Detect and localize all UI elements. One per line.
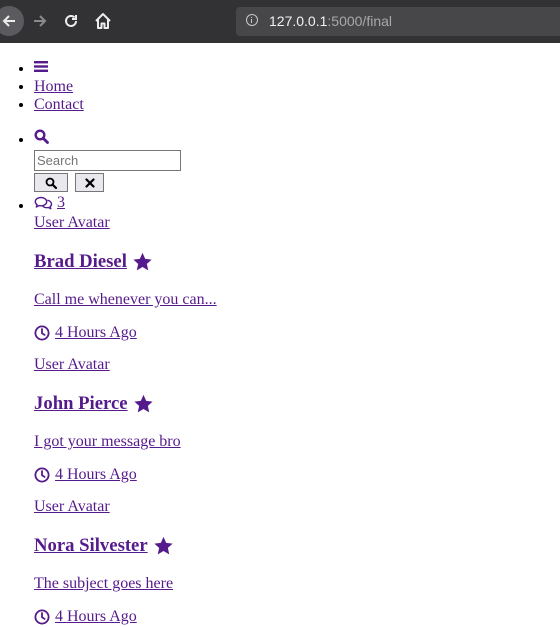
search-item [34,129,560,192]
url-text[interactable]: 127.0.0.1:5000/final [269,13,392,29]
search-toggle-link[interactable] [34,129,49,148]
home-link[interactable]: Home [34,78,73,95]
sender-link[interactable]: John Pierce [34,393,128,415]
user-avatar[interactable]: User Avatar [34,356,560,374]
star-icon [154,536,173,555]
clock-icon [34,325,50,341]
time-text: 4 Hours Ago [55,608,137,625]
url-path: :5000/final [327,13,392,29]
contact-link[interactable]: Contact [34,96,84,113]
message-subject: Call me whenever you can... [34,290,560,310]
time-text: 4 Hours Ago [55,466,137,483]
sender-link[interactable]: Nora Silvester [34,535,148,557]
nav-menu-toggle [34,60,560,78]
page-content: Home Contact 3 [0,43,560,627]
subject-link[interactable]: The subject goes here [34,575,173,592]
arrow-left-icon [2,15,15,27]
messages-count-badge: 3 [57,194,65,211]
subject-link[interactable]: Call me whenever you can... [34,291,217,308]
address-bar[interactable]: 127.0.0.1:5000/final [236,7,560,36]
message-item: User Avatar Brad Diesel Call me whenever… [34,214,560,343]
clock-icon [34,609,50,625]
reload-button[interactable] [58,8,84,34]
sender-link[interactable]: Brad Diesel [34,251,127,273]
message-sender: Brad Diesel [34,251,560,273]
nav-item-home: Home [34,78,560,96]
bars-icon [34,61,48,72]
right-nav: 3 User Avatar Brad Diesel Call me whenev… [0,129,560,627]
back-button[interactable] [0,6,24,36]
messages-dropdown: 3 User Avatar Brad Diesel Call me whenev… [34,194,560,627]
browser-toolbar: 127.0.0.1:5000/final [0,0,560,43]
forward-button[interactable] [27,8,53,34]
home-icon [95,13,111,29]
time-link[interactable]: 4 Hours Ago [34,465,137,485]
time-link[interactable]: 4 Hours Ago [34,323,137,343]
search-input[interactable] [34,150,181,171]
home-button[interactable] [90,8,116,34]
message-sender: John Pierce [34,393,560,415]
time-text: 4 Hours Ago [55,324,137,341]
search-submit-button[interactable] [34,173,68,192]
menu-toggle-link[interactable] [34,60,48,77]
reload-icon [65,14,77,27]
user-avatar[interactable]: User Avatar [34,214,560,232]
subject-link[interactable]: I got your message bro [34,433,181,450]
star-icon [133,394,153,413]
message-item: User Avatar John Pierce I got your messa… [34,356,560,485]
message-item: User Avatar Nora Silvester The subject g… [34,498,560,627]
messages-toggle-link[interactable]: 3 [34,194,65,212]
info-icon[interactable] [246,14,258,26]
message-subject: The subject goes here [34,574,560,594]
user-avatar[interactable]: User Avatar [34,498,560,516]
comments-icon [34,196,53,210]
nav-item-contact: Contact [34,96,560,114]
main-nav: Home Contact [0,60,560,114]
star-icon [133,252,152,271]
close-icon [84,177,95,188]
message-time: 4 Hours Ago [34,465,560,485]
url-host: 127.0.0.1 [269,13,328,29]
arrow-right-icon [34,15,47,27]
message-subject: I got your message bro [34,432,560,452]
search-clear-button[interactable] [75,173,104,192]
message-time: 4 Hours Ago [34,323,560,343]
search-buttons [34,173,560,192]
messages-list: User Avatar Brad Diesel Call me whenever… [34,214,560,627]
message-sender: Nora Silvester [34,535,560,557]
search-icon [34,129,49,144]
message-time: 4 Hours Ago [34,607,560,627]
search-icon [45,177,57,189]
clock-icon [34,467,50,483]
time-link[interactable]: 4 Hours Ago [34,607,137,627]
